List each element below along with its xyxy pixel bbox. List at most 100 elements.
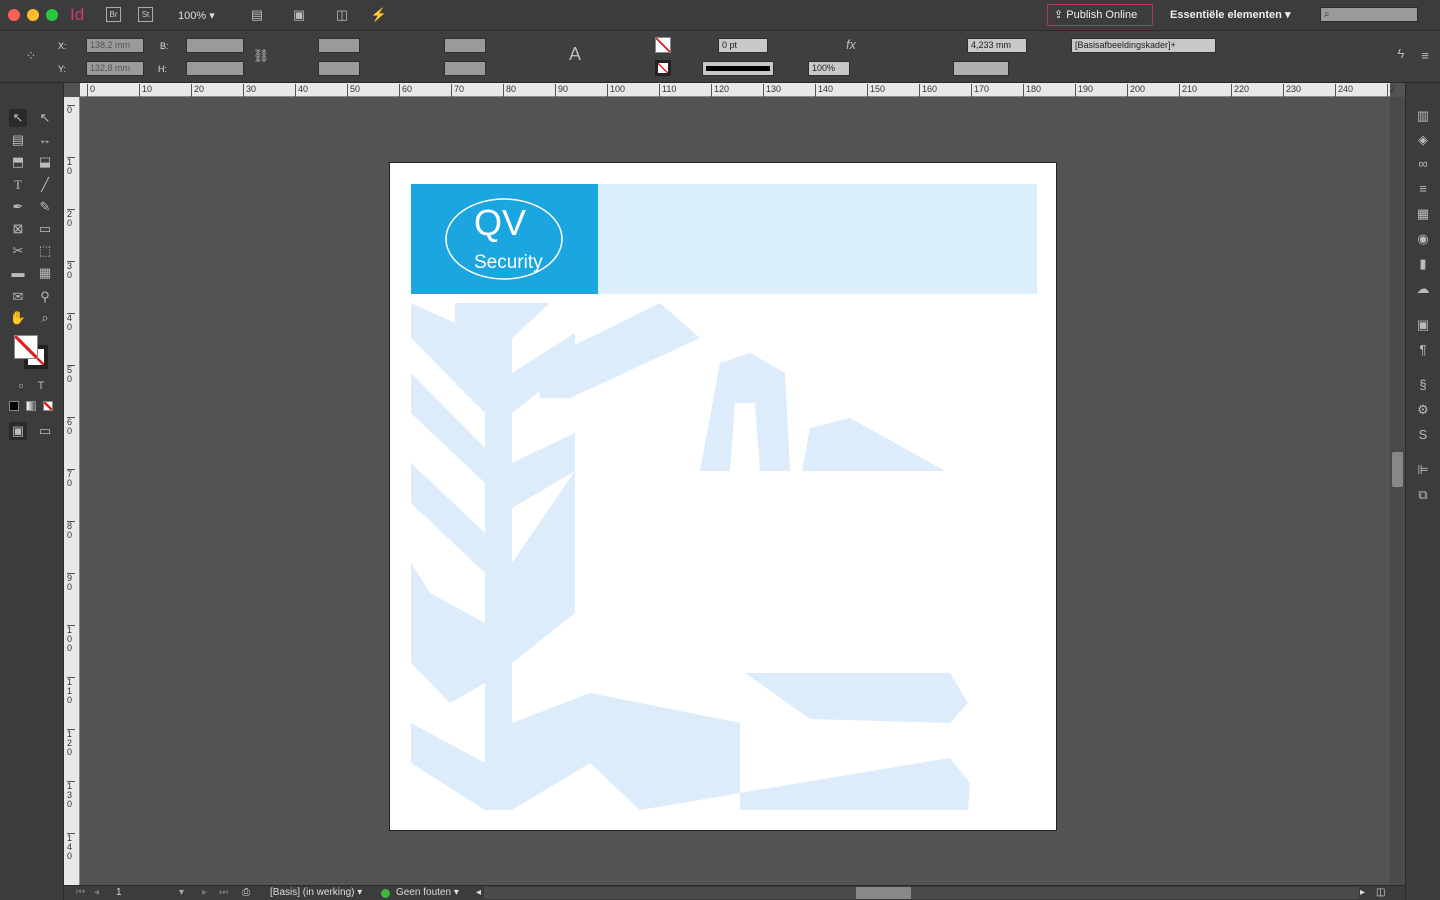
arrange-documents-icon[interactable]: ◫ (333, 6, 351, 24)
ruler-tick-label: 160 (919, 84, 937, 97)
horizontal-scrollbar[interactable] (484, 887, 1359, 899)
stroke-weight-field[interactable]: 0 pt (718, 38, 768, 53)
object-styles-icon[interactable]: § (1414, 376, 1432, 394)
corner-shape-dropdown[interactable] (953, 61, 1009, 76)
object-style-dropdown[interactable]: [Basisafbeeldingskader]+ (1071, 38, 1216, 53)
pages-panel-icon[interactable]: ▥ (1414, 107, 1432, 125)
preflight-status[interactable]: Geen fouten ▾ (396, 886, 459, 900)
fill-swatch[interactable] (655, 37, 671, 53)
gradient-feather-tool-icon[interactable]: ▦ (36, 264, 54, 282)
split-window-icon[interactable]: ◫ (1376, 886, 1385, 900)
zoom-tool-icon[interactable]: ⌕ (36, 309, 54, 327)
width-field[interactable] (186, 38, 244, 53)
paragraph-styles-icon[interactable]: ¶ (1414, 341, 1432, 359)
cc-libraries-icon[interactable]: ☁ (1414, 280, 1432, 298)
gradient-panel-icon[interactable]: ▮ (1414, 255, 1432, 273)
stroke-type-dropdown[interactable] (702, 61, 774, 76)
scale-y-field[interactable] (318, 61, 360, 76)
screen-mode-icon[interactable]: ▣ (290, 6, 308, 24)
text-wrap-icon[interactable]: ▣ (1414, 316, 1432, 334)
stroke-panel-icon[interactable]: ≡ (1414, 180, 1432, 198)
application-bar: Id Br St 100% ▾ ▤ ▣ ◫ ⚡ ⇪ Publish Online… (0, 0, 1440, 31)
free-transform-tool-icon[interactable]: ⬚ (36, 242, 54, 260)
next-page-button[interactable]: ▸ (202, 886, 207, 900)
note-tool-icon[interactable]: ✉ (9, 288, 27, 306)
first-page-button[interactable]: ⏮ (76, 886, 85, 900)
type-tool-icon[interactable]: T (9, 176, 27, 194)
stock-button[interactable]: St (138, 7, 153, 22)
bridge-button[interactable]: Br (106, 7, 121, 22)
formatting-container-icon[interactable]: ▫ (12, 377, 30, 395)
links-panel-icon[interactable]: ∞ (1414, 155, 1432, 173)
pathfinder-panel-icon[interactable]: ⧉ (1414, 486, 1432, 504)
swatches-panel-icon[interactable]: ▦ (1414, 205, 1432, 223)
gap-tool-icon[interactable]: ↔ (36, 131, 54, 149)
cell-styles-icon[interactable]: ⚙ (1414, 401, 1432, 419)
publish-online-button[interactable]: ⇪ Publish Online (1047, 4, 1153, 26)
selection-tool-icon[interactable]: ↖ (9, 109, 27, 127)
rectangle-frame-tool-icon[interactable]: ⊠ (9, 220, 27, 238)
vertical-scrollbar[interactable] (1390, 97, 1405, 885)
normal-view-icon[interactable]: ▣ (9, 422, 27, 440)
effects-icon[interactable]: fx (842, 36, 860, 54)
previous-page-button[interactable]: ◂ (94, 886, 99, 900)
hand-tool-icon[interactable]: ✋ (9, 309, 27, 327)
zoom-level: 100% (178, 10, 207, 22)
rectangle-tool-icon[interactable]: ▭ (36, 220, 54, 238)
scissors-tool-icon[interactable]: ✂ (9, 242, 27, 260)
horizontal-scroll-thumb[interactable] (856, 887, 911, 899)
page-number-field[interactable]: 1 (116, 886, 186, 900)
apply-color-icon[interactable] (9, 401, 19, 411)
open-page-icon[interactable]: ⎙ (242, 886, 250, 900)
rotation-angle-field[interactable] (444, 38, 486, 53)
scroll-left-button[interactable]: ◂ (476, 886, 481, 900)
formatting-text-icon[interactable]: T (32, 377, 50, 395)
workspace-switcher[interactable]: Essentiële elementen ▾ (1170, 8, 1290, 21)
view-options-icon[interactable]: ▤ (248, 6, 266, 24)
apply-none-icon[interactable] (43, 401, 53, 411)
reference-point-icon[interactable]: ⁘ (22, 47, 40, 65)
ruler-tick-label: 50 (347, 84, 360, 97)
y-position-field[interactable]: 132,8 mm (86, 61, 144, 76)
master-status[interactable]: [Basis] (in werking) ▾ (270, 886, 362, 900)
corner-size-field[interactable]: 4,233 mm (967, 38, 1027, 53)
character-styles-icon[interactable]: S (1414, 426, 1432, 444)
vertical-scroll-thumb[interactable] (1392, 452, 1403, 487)
scale-x-field[interactable] (318, 38, 360, 53)
vertical-ruler: 0 10 20 30 40 50 60 70 80 90 100 110 120 130 140 (64, 97, 80, 885)
content-collector-icon[interactable]: ⬒ (9, 153, 27, 171)
line-tool-icon[interactable]: ╱ (36, 176, 54, 194)
indesign-logo: Id (70, 5, 85, 24)
scroll-right-button[interactable]: ▸ (1360, 886, 1365, 900)
pencil-tool-icon[interactable]: ✎ (36, 198, 54, 216)
x-position-field[interactable]: 138,2 mm (86, 38, 144, 53)
status-bar: ⏮ ◂ 1 ▾ ▸ ⏭ ⎙ [Basis] (in werking) ▾ Gee… (64, 885, 1405, 900)
panel-menu-icon[interactable]: ≡ (1416, 47, 1434, 65)
last-page-button[interactable]: ⏭ (219, 886, 228, 900)
pen-tool-icon[interactable]: ✒ (9, 198, 27, 216)
constrain-proportions-icon[interactable]: ⛓ (252, 47, 270, 65)
content-placer-icon[interactable]: ⬓ (36, 153, 54, 171)
close-window-button[interactable] (8, 9, 20, 21)
apply-gradient-icon[interactable] (26, 401, 36, 411)
help-search-input[interactable]: ⌕ (1320, 7, 1418, 22)
stroke-swatch[interactable] (655, 60, 671, 76)
direct-selection-tool-icon[interactable]: ↖ (36, 109, 54, 127)
gpu-performance-icon[interactable]: ⚡ (370, 6, 388, 24)
shear-angle-field[interactable] (444, 61, 486, 76)
page-dropdown-icon[interactable]: ▾ (179, 886, 184, 900)
page-tool-icon[interactable]: ▤ (9, 131, 27, 149)
gradient-swatch-tool-icon[interactable]: ▬ (9, 264, 27, 282)
align-panel-icon[interactable]: ⊫ (1414, 461, 1432, 479)
minimize-window-button[interactable] (27, 9, 39, 21)
zoom-window-button[interactable] (46, 9, 58, 21)
fill-color-icon[interactable] (14, 335, 38, 359)
layers-panel-icon[interactable]: ◈ (1414, 131, 1432, 149)
height-field[interactable] (186, 61, 244, 76)
eyedropper-tool-icon[interactable]: ⚲ (36, 288, 54, 306)
zoom-level-dropdown[interactable]: 100% ▾ (178, 9, 215, 22)
color-panel-icon[interactable]: ◉ (1414, 230, 1432, 248)
opacity-field[interactable]: 100% (808, 61, 850, 76)
screen-mode-icon[interactable]: ▭ (36, 422, 54, 440)
quick-apply-icon[interactable]: ϟ (1392, 45, 1410, 63)
